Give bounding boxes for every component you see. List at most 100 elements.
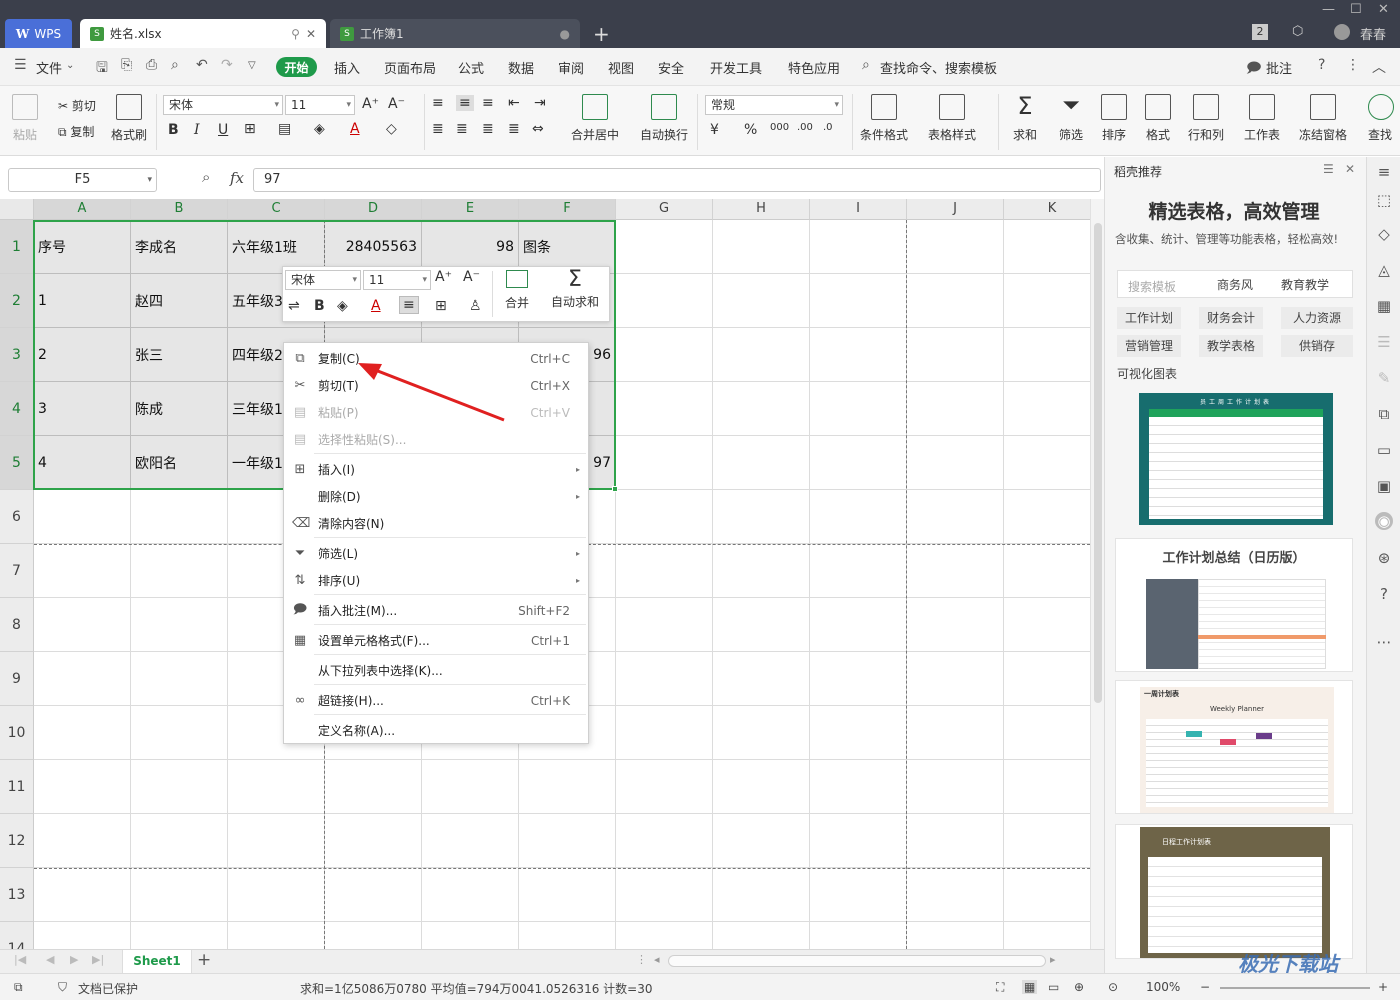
close-tab-icon[interactable]: ✕: [306, 27, 316, 41]
minimize-icon[interactable]: —: [1322, 2, 1335, 17]
cell-h5[interactable]: [713, 436, 810, 490]
cell-k8[interactable]: [1004, 598, 1090, 652]
cell-f12[interactable]: [519, 814, 616, 868]
font-name-select[interactable]: 宋体: [163, 95, 283, 115]
sort-button[interactable]: 排序: [1101, 94, 1127, 143]
row-header[interactable]: 9: [0, 652, 34, 706]
last-sheet-icon[interactable]: ▶|: [92, 953, 104, 966]
cell-h7[interactable]: [713, 544, 810, 598]
cell-b9[interactable]: [131, 652, 228, 706]
table-icon[interactable]: ▦: [1375, 297, 1393, 315]
mini-decrease-font-icon[interactable]: A⁻: [463, 269, 480, 285]
normal-view-icon[interactable]: ▦: [1022, 980, 1038, 994]
cell-d14[interactable]: [325, 922, 422, 949]
shapes-icon[interactable]: ◇: [1375, 225, 1393, 243]
zoom-level[interactable]: 100%: [1146, 980, 1180, 994]
mini-align-icon[interactable]: ≡: [399, 296, 419, 314]
scroll-right-icon[interactable]: ▸: [1050, 953, 1056, 966]
context-menu-item[interactable]: ⏷ 筛选(L) ▸: [284, 540, 588, 567]
splitter-icon[interactable]: ⋮: [636, 953, 647, 966]
cell-f14[interactable]: [519, 922, 616, 949]
fx-icon[interactable]: fx: [230, 169, 244, 187]
cell-b10[interactable]: [131, 706, 228, 760]
column-header[interactable]: B: [131, 199, 228, 220]
filter-button[interactable]: ⏷ 筛选: [1058, 94, 1084, 143]
cell-k2[interactable]: [1004, 274, 1090, 328]
more-icon[interactable]: ⋮: [1346, 57, 1360, 73]
tab-developer[interactable]: 开发工具: [710, 58, 762, 77]
cell-j13[interactable]: [907, 868, 1004, 922]
row-header[interactable]: 6: [0, 490, 34, 544]
cell-h12[interactable]: [713, 814, 810, 868]
maximize-icon[interactable]: ☐: [1350, 2, 1362, 17]
context-menu-item[interactable]: ⇅ 排序(U) ▸: [284, 567, 588, 594]
cell-j11[interactable]: [907, 760, 1004, 814]
tab-formulas[interactable]: 公式: [458, 58, 484, 77]
skin-icon[interactable]: ⬡: [1292, 24, 1303, 39]
mini-font-size-select[interactable]: 11: [363, 270, 431, 290]
first-sheet-icon[interactable]: |◀: [14, 953, 26, 966]
comment-menu[interactable]: 批注: [1266, 58, 1292, 77]
cell-k1[interactable]: [1004, 220, 1090, 274]
context-menu-item[interactable]: ∞ 超链接(H)... Ctrl+K: [284, 687, 588, 714]
cell-j4[interactable]: [907, 382, 1004, 436]
avatar[interactable]: [1334, 24, 1350, 40]
cell-b4[interactable]: 陈成: [131, 382, 228, 436]
layers-icon[interactable]: ☰: [1375, 333, 1393, 351]
cell-d12[interactable]: [325, 814, 422, 868]
stats-icon[interactable]: ⊛: [1375, 549, 1393, 567]
tab-view[interactable]: 视图: [608, 58, 634, 77]
zoom-out-icon[interactable]: −: [1200, 980, 1210, 994]
cell-j5[interactable]: [907, 436, 1004, 490]
formula-input[interactable]: 97: [253, 168, 1101, 192]
style-icon[interactable]: ◬: [1375, 261, 1393, 279]
cell-i4[interactable]: [810, 382, 907, 436]
column-header[interactable]: C: [228, 199, 325, 220]
edit-icon[interactable]: ✎: [1375, 369, 1393, 387]
cell-i3[interactable]: [810, 328, 907, 382]
cell-g13[interactable]: [616, 868, 713, 922]
cell-i5[interactable]: [810, 436, 907, 490]
percent-icon[interactable]: %: [744, 122, 757, 138]
context-menu-item[interactable]: 🗩 插入批注(M)... Shift+F2: [284, 597, 588, 624]
mini-format-painter-icon[interactable]: ♙: [469, 298, 482, 314]
zoom-slider[interactable]: [1220, 987, 1370, 989]
cell-i14[interactable]: [810, 922, 907, 949]
context-menu-item[interactable]: 删除(D) ▸: [284, 483, 588, 510]
print-preview-icon[interactable]: ⌕: [171, 57, 179, 73]
cell-d11[interactable]: [325, 760, 422, 814]
help-circle-icon[interactable]: ?: [1375, 585, 1393, 603]
template-card[interactable]: 一周计划表 Weekly Planner: [1115, 680, 1353, 814]
clear-icon[interactable]: ◇: [386, 121, 397, 137]
tab-security[interactable]: 安全: [658, 58, 684, 77]
fill-color-icon[interactable]: ◈: [314, 121, 325, 137]
cell-g8[interactable]: [616, 598, 713, 652]
format-button[interactable]: 格式: [1145, 94, 1171, 143]
cell-j3[interactable]: [907, 328, 1004, 382]
cell-j10[interactable]: [907, 706, 1004, 760]
row-header[interactable]: 11: [0, 760, 34, 814]
merge-center-button[interactable]: 合并居中: [571, 94, 619, 143]
cell-k5[interactable]: [1004, 436, 1090, 490]
conditional-format-button[interactable]: 条件格式: [860, 94, 908, 143]
cell-b13[interactable]: [131, 868, 228, 922]
help-icon[interactable]: ?: [1318, 57, 1325, 73]
row-header[interactable]: 13: [0, 868, 34, 922]
cell-j12[interactable]: [907, 814, 1004, 868]
cell-g6[interactable]: [616, 490, 713, 544]
cell-j1[interactable]: [907, 220, 1004, 274]
cell-i6[interactable]: [810, 490, 907, 544]
window-count-badge[interactable]: 2: [1252, 24, 1268, 40]
doc-tab-inactive[interactable]: S 工作簿1 ●: [330, 19, 580, 48]
wps-home-tab[interactable]: W WPS: [5, 19, 72, 48]
macro-icon[interactable]: ⧉: [14, 980, 23, 995]
mini-merge-button[interactable]: 合并: [497, 270, 537, 311]
mini-bold-icon[interactable]: B: [314, 298, 325, 314]
cell-i8[interactable]: [810, 598, 907, 652]
cell-k11[interactable]: [1004, 760, 1090, 814]
cell-i1[interactable]: [810, 220, 907, 274]
paste-button[interactable]: 粘贴: [12, 94, 38, 143]
increase-font-icon[interactable]: A⁺: [362, 96, 379, 112]
chevron-down-icon[interactable]: ⌄: [66, 60, 74, 71]
column-header[interactable]: J: [907, 199, 1004, 220]
